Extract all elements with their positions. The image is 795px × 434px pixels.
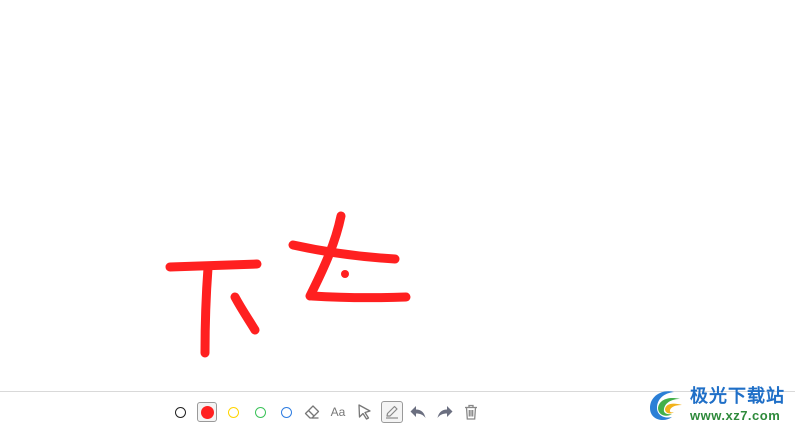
black-circle-icon [174,406,186,418]
delete-button[interactable] [461,402,481,422]
undo-button[interactable] [408,402,428,422]
ink-stroke [165,259,262,272]
yellow-circle-icon [227,406,239,418]
color-green-swatch[interactable] [250,402,270,422]
redo-icon [437,406,453,418]
site-watermark: 极光下载站 www.xz7.com [644,380,785,430]
ink-dot [341,270,349,278]
color-yellow-swatch[interactable] [223,402,243,422]
eraser-button[interactable] [302,402,322,422]
ink-stroke [200,263,213,358]
color-red-swatch[interactable] [197,402,217,422]
text-tool-label: Aa [330,405,346,419]
drawing-canvas[interactable] [0,0,795,391]
redo-button[interactable] [435,402,455,422]
watermark-url: www.xz7.com [690,408,781,423]
aurora-logo-icon [650,391,682,420]
blue-circle-icon [280,406,292,418]
select-tool-button[interactable] [355,402,375,422]
undo-icon [410,406,426,418]
pen-tool-button[interactable] [381,401,403,423]
pen-icon [386,405,398,419]
ink-stroke [230,292,260,335]
text-tool-button[interactable]: Aa [328,402,348,422]
color-black-swatch[interactable] [170,402,190,422]
whiteboard-app: Aa 极光下载站 www.xz7.com [0,0,795,434]
ink-stroke [288,240,400,264]
red-circle-icon [200,405,214,419]
pointer-icon [358,404,371,420]
green-circle-icon [254,406,266,418]
trash-icon [465,404,477,420]
drawing-surface[interactable] [0,0,795,391]
watermark-title: 极光下载站 [690,386,785,407]
color-blue-swatch[interactable] [276,402,296,422]
eraser-icon [304,405,320,419]
ink-stroke [307,291,411,303]
